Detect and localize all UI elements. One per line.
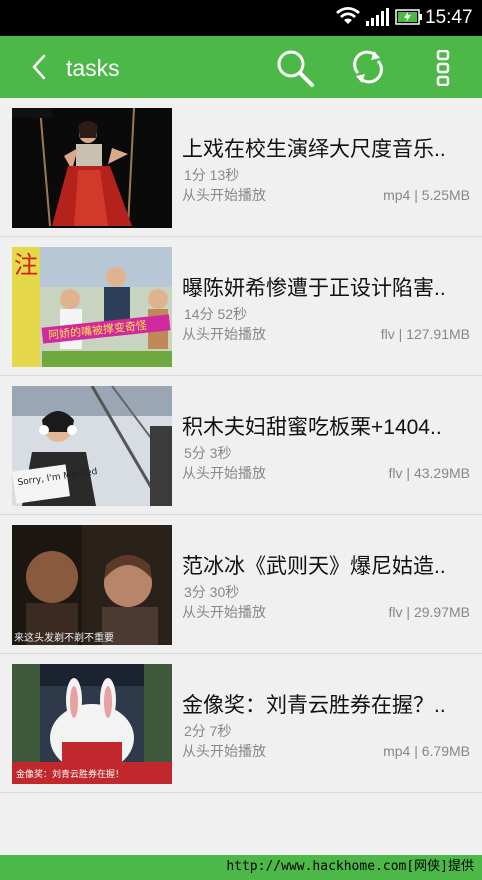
task-item[interactable]: 金像奖：刘青云胜券在握！ 金像奖：刘青云胜券在握？.. 2分 7秒 从头开始播放…	[0, 654, 482, 793]
task-format-size: flv | 29.97MB	[388, 604, 470, 620]
chevron-left-icon[interactable]	[28, 53, 50, 81]
refresh-icon[interactable]	[350, 49, 386, 85]
subtitle-text: 来这头发剃不剃不重要	[14, 631, 114, 644]
task-duration: 14分 52秒	[184, 306, 248, 322]
video-thumbnail: 金像奖：刘青云胜券在握！	[12, 664, 172, 784]
task-item[interactable]: 来这头发剃不剃不重要 范冰冰《武则天》爆尼姑造.. 3分 30秒 从头开始播放 …	[0, 515, 482, 654]
task-title: 金像奖：刘青云胜券在握？..	[182, 694, 446, 717]
task-format-size: flv | 127.91MB	[380, 326, 470, 342]
status-bar: 15:47	[0, 0, 482, 36]
task-item[interactable]: 注 阿娇的嘴被撑变奇怪 曝陈妍希惨遭于正设计陷害.. 14分 52秒 从头开始播…	[0, 237, 482, 376]
task-duration: 2分 7秒	[184, 723, 232, 739]
play-from-start-label: 从头开始播放	[182, 743, 266, 759]
task-format-size: flv | 43.29MB	[388, 465, 470, 481]
page-title: tasks	[66, 55, 120, 81]
battery-charging-icon	[395, 9, 422, 25]
task-title: 范冰冰《武则天》爆尼姑造..	[182, 555, 446, 578]
task-duration: 1分 13秒	[184, 167, 240, 183]
play-from-start-label: 从头开始播放	[182, 187, 266, 203]
task-format-size: mp4 | 6.79MB	[383, 743, 470, 759]
video-thumbnail: Sorry, I'm Married	[12, 386, 172, 506]
watermark: http://www.hackhome.com[网侠]提供	[226, 859, 474, 874]
badge-text: 注	[14, 251, 38, 279]
wifi-icon	[336, 7, 360, 24]
video-thumbnail	[12, 108, 172, 228]
more-vertical-icon[interactable]	[436, 50, 450, 86]
task-format-size: mp4 | 5.25MB	[383, 187, 470, 203]
task-title: 曝陈妍希惨遭于正设计陷害..	[182, 277, 446, 300]
app-bar: tasks	[0, 36, 482, 98]
play-from-start-label: 从头开始播放	[182, 326, 266, 342]
footer-bar: http://www.hackhome.com[网侠]提供	[0, 855, 482, 880]
play-from-start-label: 从头开始播放	[182, 465, 266, 481]
search-icon[interactable]	[275, 48, 315, 88]
video-thumbnail: 注 阿娇的嘴被撑变奇怪	[12, 247, 172, 367]
task-title: 上戏在校生演绎大尺度音乐..	[182, 138, 446, 161]
task-item[interactable]: 上戏在校生演绎大尺度音乐.. 1分 13秒 从头开始播放 mp4 | 5.25M…	[0, 98, 482, 237]
task-duration: 5分 3秒	[184, 445, 232, 461]
signal-icon	[366, 8, 389, 26]
task-duration: 3分 30秒	[184, 584, 240, 600]
task-item[interactable]: Sorry, I'm Married 积木夫妇甜蜜吃板栗+1404.. 5分 3…	[0, 376, 482, 515]
news-ticker: 金像奖：刘青云胜券在握！	[16, 768, 124, 780]
clock: 15:47	[425, 7, 473, 28]
video-thumbnail: 来这头发剃不剃不重要	[12, 525, 172, 645]
task-list: 上戏在校生演绎大尺度音乐.. 1分 13秒 从头开始播放 mp4 | 5.25M…	[0, 98, 482, 855]
task-title: 积木夫妇甜蜜吃板栗+1404..	[182, 416, 442, 439]
play-from-start-label: 从头开始播放	[182, 604, 266, 620]
